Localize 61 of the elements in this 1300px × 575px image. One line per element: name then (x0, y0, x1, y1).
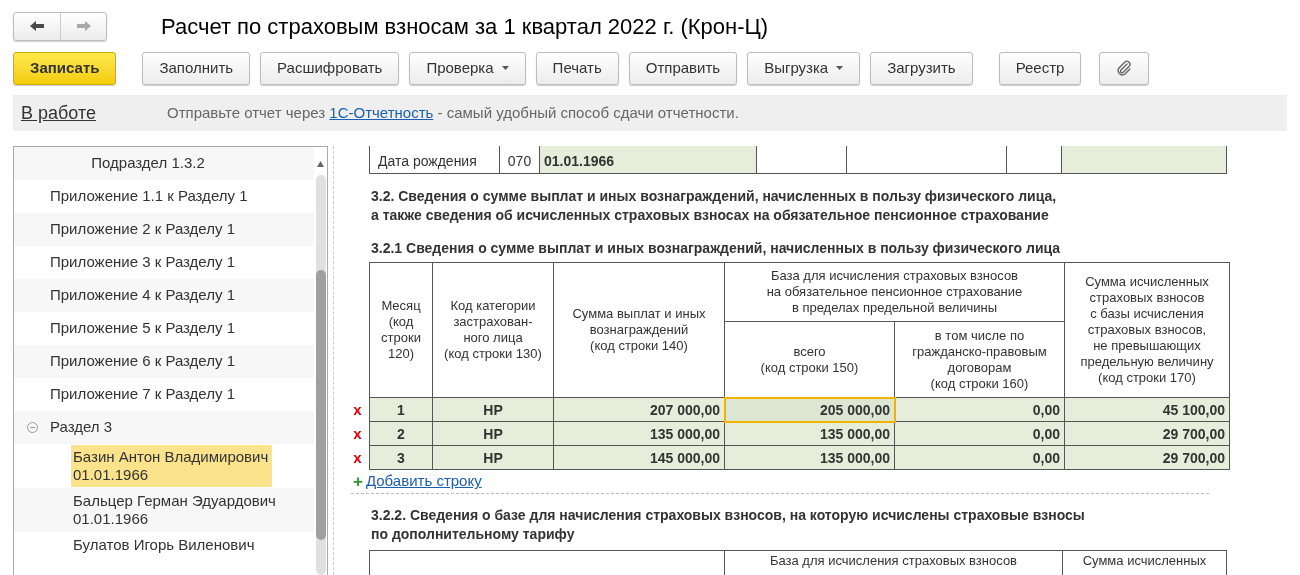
column-header: База для исчисления страховых взносов (725, 551, 1063, 575)
table-cell[interactable]: 0,00 (894, 397, 1065, 422)
toolbar-button[interactable]: Загрузить (870, 51, 973, 85)
table-cell[interactable]: 45 100,00 (1064, 397, 1230, 422)
tree-item[interactable]: Раздел 3 (50, 416, 113, 439)
delete-row-mark[interactable]: x (353, 446, 362, 470)
reporting-link[interactable]: 1С-Отчетность (329, 103, 434, 121)
toolbar-button[interactable]: Расшифровать (260, 51, 400, 85)
dropdown-button[interactable]: Выгрузка (747, 51, 861, 85)
toolbar-button[interactable]: Печать (535, 51, 619, 85)
tree-item[interactable]: Булатов Игорь Виленович (71, 533, 259, 557)
table-cell[interactable]: 2 (369, 421, 433, 446)
column-header: Сумма исчисленных страховых взносов с базы исчисления страховых взносов, не превышающих предельную величину (код строки 170) (1064, 262, 1230, 398)
back-arrow-icon (29, 20, 45, 32)
column-header: База для исчисления страховых взносов на обязательное пенсионное страхование в пределах предельной величины (724, 262, 1065, 322)
add-icon[interactable]: + (353, 473, 363, 490)
dropdown-button[interactable]: Проверка (409, 51, 526, 85)
table-cell[interactable]: 135 000,00 (553, 421, 725, 446)
tree-item[interactable]: Базин Антон Владимирович 01.01.1966 (71, 445, 273, 487)
section-heading: 3.2. Сведения о сумме выплат и иных вознаграждений, начисленных в пользу физического лица, а также сведения об исчисленных страховых взносах на обязательное пенсионное страхование (371, 187, 1058, 225)
status-link[interactable]: В работе (21, 99, 167, 127)
section-heading: 3.2.1 Сведения о сумме выплат и иных вознаграждений, начисленных в пользу физического лица (371, 239, 1062, 258)
table-cell[interactable]: 3 (369, 445, 433, 470)
toolbar-button[interactable]: Отправить (628, 51, 738, 85)
info-message: Отправьте отчет через 1С-Отчетность - самый удобный способ сдачи отчетности. (167, 102, 739, 123)
section-heading: 3.2.2. Сведения о базе для начисления страховых взносов, на которую исчислены страховые взносы по дополнительному тарифу (371, 506, 1086, 544)
scroll-up-icon[interactable] (317, 161, 324, 167)
table-cell[interactable]: НР (432, 445, 554, 470)
table-cell[interactable]: НР (432, 397, 554, 422)
table-cell[interactable]: 145 000,00 (553, 445, 725, 470)
caret-icon (836, 66, 844, 70)
forward-arrow-icon (75, 20, 92, 32)
table-cell[interactable]: НР (432, 421, 554, 446)
table-cell[interactable]: 29 700,00 (1064, 421, 1230, 446)
save-button[interactable]: Записать (13, 51, 117, 85)
tree-item[interactable]: Приложение 2 к Разделу 1 (14, 213, 314, 246)
table-cell[interactable]: 29 700,00 (1064, 445, 1230, 470)
toolbar-button[interactable]: Заполнить (142, 51, 251, 85)
paperclip-icon (1116, 60, 1133, 76)
column-header: Код категории застрахован- ного лица (код строки 130) (432, 262, 554, 398)
window-title: Расчет по страховым взносам за 1 квартал 2022 г. (Крон-Ц) (161, 12, 769, 41)
delete-row-mark[interactable]: x (353, 398, 362, 422)
column-header: Месяц (код строки 120) (369, 262, 433, 398)
table-cell[interactable]: 207 000,00 (553, 397, 725, 422)
table-cell[interactable]: 1 (369, 397, 433, 422)
toolbar-button[interactable]: Реестр (998, 51, 1082, 85)
delete-row-mark[interactable]: x (353, 422, 362, 446)
attach-button[interactable] (1099, 51, 1150, 85)
table-cell[interactable]: 0,00 (894, 421, 1065, 446)
collapse-icon[interactable] (27, 422, 38, 433)
tree-item[interactable]: Приложение 4 к Разделу 1 (14, 279, 314, 312)
caret-icon (501, 66, 509, 70)
table-cell[interactable]: 0,00 (894, 445, 1065, 470)
tree-item[interactable]: Приложение 6 к Разделу 1 (14, 345, 314, 378)
table-cell[interactable]: 205 000,00 (724, 397, 895, 422)
column-header: Сумма исчисленных (1081, 552, 1208, 570)
table-cell[interactable]: 135 000,00 (724, 421, 895, 446)
column-header: Сумма выплат и иных вознаграждений (код строки 140) (553, 262, 725, 398)
tree-item[interactable]: Подраздел 1.3.2 (14, 147, 314, 180)
table-cell[interactable]: 135 000,00 (724, 445, 895, 470)
add-row-link[interactable]: Добавить строку (365, 470, 482, 493)
